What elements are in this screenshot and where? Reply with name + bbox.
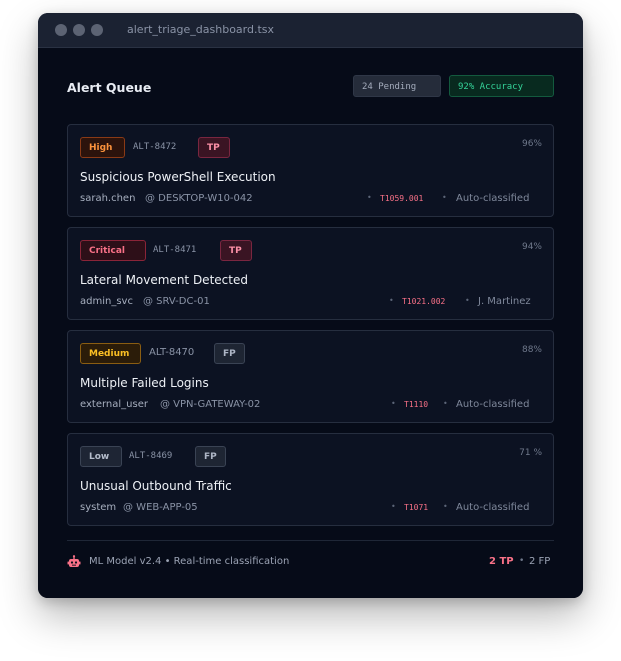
alert-title: Lateral Movement Detected [80,273,248,287]
verdict-badge[interactable]: TP [220,240,252,261]
separator-dot: • [389,296,394,305]
separator-dot: • [442,193,447,202]
separator-dot: • [519,556,525,566]
alert-user: sarah.chen [80,193,136,204]
alert-card[interactable]: High ALT-8472 TP 96% Suspicious PowerShe… [67,124,554,217]
maximize-window-button[interactable] [91,24,103,36]
footer-divider [67,540,554,541]
title-bar: alert_triage_dashboard.tsx [38,13,583,48]
verdict-badge[interactable]: FP [214,343,245,364]
fp-count: 2 FP [529,556,551,567]
separator-dot: • [391,399,396,408]
alert-card[interactable]: Critical ALT-8471 TP 94% Lateral Movemen… [67,227,554,320]
app-window: alert_triage_dashboard.tsx Alert Queue 2… [38,13,583,598]
alert-assignee: J. Martinez [478,296,531,307]
mitre-technique[interactable]: T1059.001 [380,194,423,203]
page-title: Alert Queue [67,80,152,95]
verdict-badge[interactable]: FP [195,446,226,467]
close-window-button[interactable] [55,24,67,36]
alert-title: Unusual Outbound Traffic [80,479,232,493]
alert-assignee: Auto-classified [456,193,530,204]
model-info: ML Model v2.4 • Real-time classification [89,556,290,567]
separator-dot: • [443,502,448,511]
alert-card[interactable]: Medium ALT-8470 FP 88% Multiple Failed L… [67,330,554,423]
severity-badge: Medium [80,343,141,364]
separator-dot: • [367,193,372,202]
verdict-badge[interactable]: TP [198,137,230,158]
alert-id: ALT-8470 [149,347,195,358]
alert-host: @ WEB-APP-05 [123,502,198,513]
confidence-score: 71 % [519,448,542,458]
minimize-window-button[interactable] [73,24,85,36]
confidence-score: 88% [521,345,542,355]
separator-dot: • [465,296,470,305]
alert-title: Suspicious PowerShell Execution [80,170,276,184]
alert-host: @ DESKTOP-W10-042 [145,193,253,204]
alert-host: @ SRV-DC-01 [143,296,210,307]
mitre-technique[interactable]: T1110 [404,400,428,409]
severity-badge: Low [80,446,122,467]
alert-id: ALT-8471 [153,245,197,255]
pending-count-badge[interactable]: 24 Pending [353,75,441,97]
alert-id: ALT-8472 [133,142,177,152]
alert-id: ALT-8469 [129,451,173,461]
tp-count: 2 TP [489,556,514,567]
mitre-technique[interactable]: T1021.002 [402,297,445,306]
robot-icon [67,555,81,567]
confidence-score: 96% [521,139,542,149]
alert-user: external_user [80,399,148,410]
window-title: alert_triage_dashboard.tsx [127,23,275,36]
alert-card[interactable]: Low ALT-8469 FP 71 % Unusual Outbound Tr… [67,433,554,526]
severity-badge: High [80,137,125,158]
severity-badge: Critical [80,240,146,261]
accuracy-badge[interactable]: 92% Accuracy [449,75,554,97]
alert-user: system [80,502,117,513]
separator-dot: • [443,399,448,408]
alert-title: Multiple Failed Logins [80,376,209,390]
separator-dot: • [391,502,396,511]
alert-user: admin_svc [80,296,133,307]
alert-host: @ VPN-GATEWAY-02 [160,399,261,410]
mitre-technique[interactable]: T1071 [404,503,428,512]
alert-assignee: Auto-classified [456,399,530,410]
alert-assignee: Auto-classified [456,502,530,513]
confidence-score: 94% [521,242,542,252]
